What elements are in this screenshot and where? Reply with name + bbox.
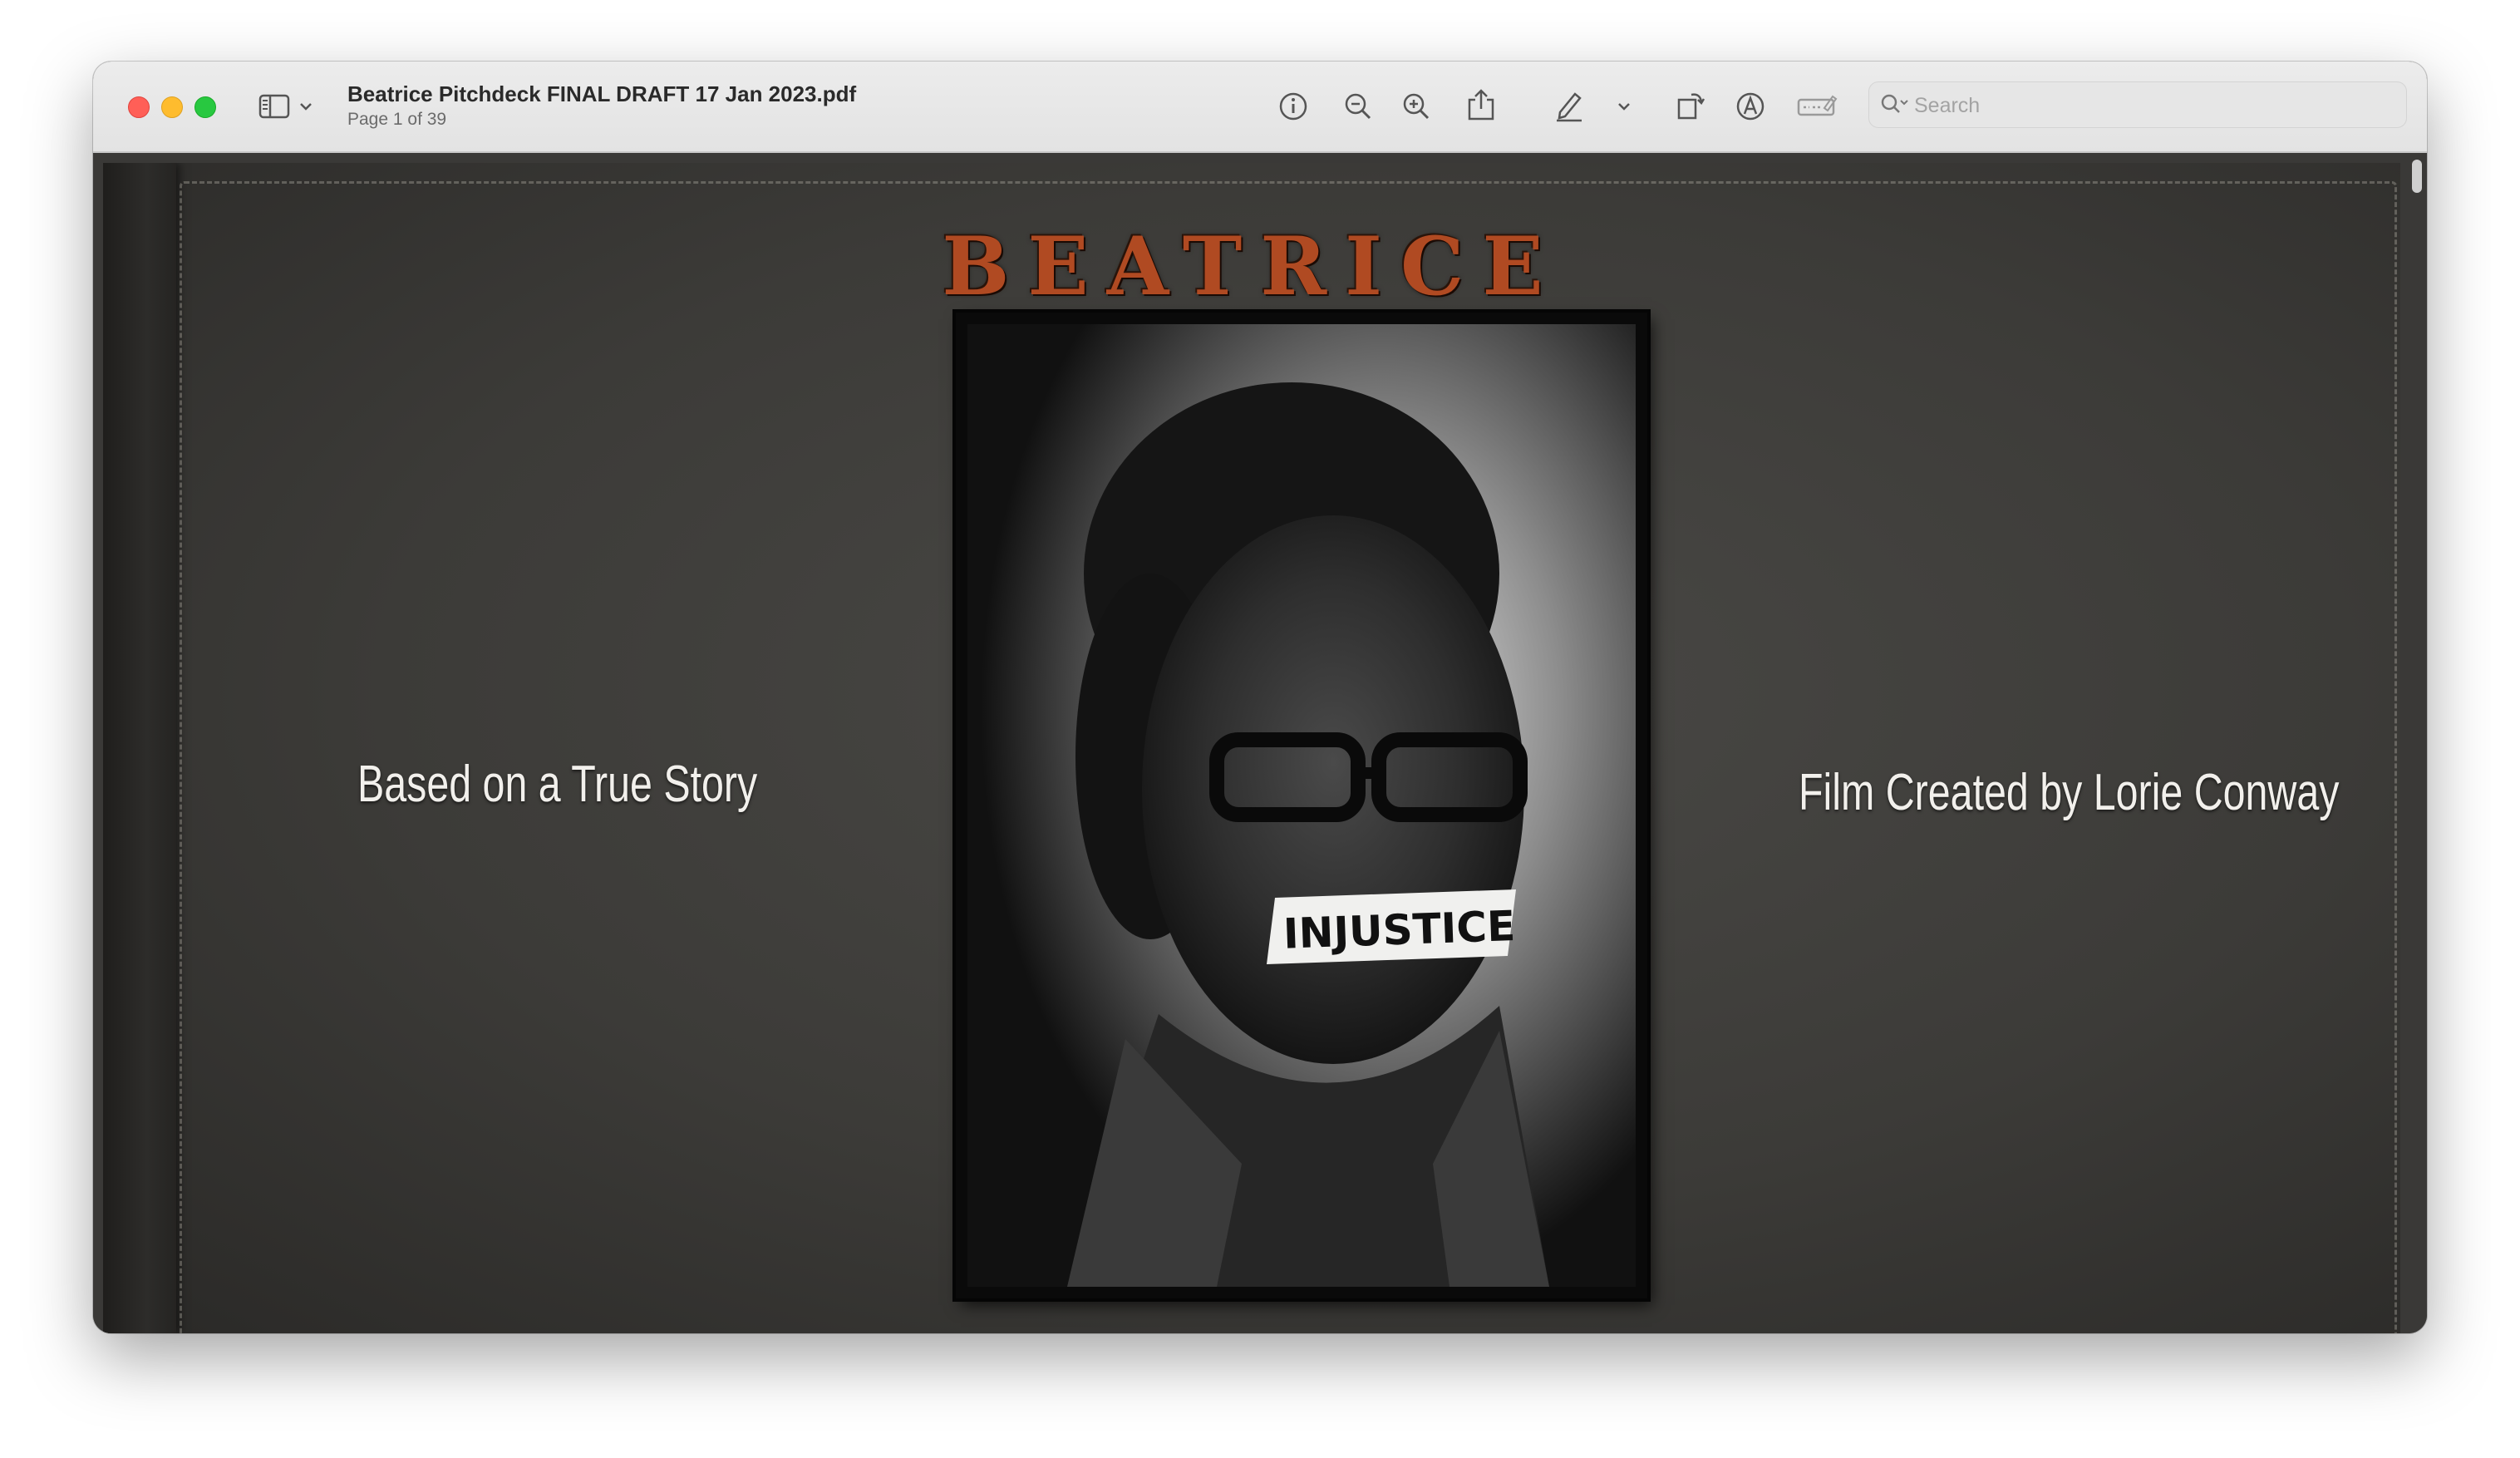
zoom-in-icon[interactable] (1400, 90, 1433, 123)
vertical-scrollbar[interactable] (2410, 156, 2424, 1333)
markup-icon[interactable] (1734, 90, 1767, 123)
share-icon[interactable] (1464, 86, 1498, 123)
film-title: BEATRICE (942, 219, 1562, 313)
form-fill-icon[interactable] (1795, 91, 1838, 121)
chevron-down-icon[interactable] (298, 98, 314, 115)
maximize-button[interactable] (194, 96, 216, 118)
pdf-page: BEATRICE Based on a True Story Film Crea… (103, 163, 2400, 1333)
search-placeholder: Search (1914, 94, 1981, 117)
right-caption: Film Created by Lorie Conway (1799, 764, 2340, 821)
highlight-pen-icon[interactable] (1553, 88, 1586, 123)
minimize-button[interactable] (161, 96, 183, 118)
scroll-thumb[interactable] (2412, 160, 2422, 193)
zoom-out-icon[interactable] (1341, 90, 1375, 123)
portrait-photo-frame: INJUSTICE (956, 313, 1647, 1298)
injustice-tape-label: INJUSTICE (1282, 901, 1517, 958)
preview-window: Beatrice Pitchdeck FINAL DRAFT 17 Jan 20… (93, 62, 2427, 1333)
document-view[interactable]: BEATRICE Based on a True Story Film Crea… (93, 153, 2427, 1333)
sidebar-icon[interactable] (258, 91, 291, 121)
close-button[interactable] (128, 96, 150, 118)
rotate-icon[interactable] (1674, 86, 1707, 123)
info-icon[interactable] (1277, 90, 1310, 123)
page-indicator: Page 1 of 39 (347, 110, 447, 129)
search-field[interactable]: Search (1868, 81, 2407, 128)
title-bar: Beatrice Pitchdeck FINAL DRAFT 17 Jan 20… (93, 62, 2427, 153)
chevron-down-icon[interactable] (1616, 98, 1632, 115)
page-spine (103, 163, 176, 1333)
left-caption: Based on a True Story (357, 756, 758, 813)
portrait-photo: INJUSTICE (967, 324, 1636, 1287)
document-title: Beatrice Pitchdeck FINAL DRAFT 17 Jan 20… (347, 81, 857, 106)
search-icon (1879, 92, 1909, 117)
